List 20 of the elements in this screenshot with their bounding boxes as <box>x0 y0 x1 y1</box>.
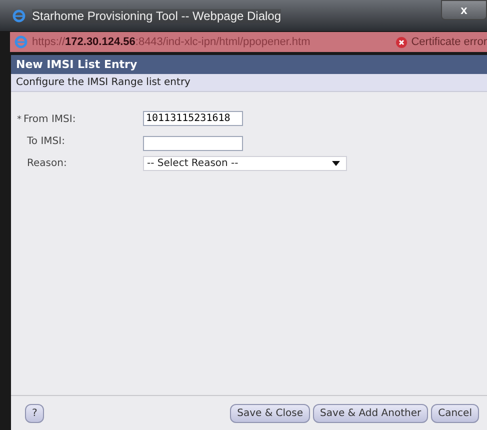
help-button[interactable]: ? <box>25 404 44 422</box>
dialog-subtitle: Configure the IMSI Range list entry <box>11 74 487 92</box>
dialog-button[interactable]: Cancel <box>431 404 479 422</box>
reason-select[interactable]: -- Select Reason -- <box>143 156 347 171</box>
browser-icon <box>14 35 28 49</box>
close-button[interactable]: x <box>441 0 487 20</box>
window-title: Starhome Provisioning Tool -- Webpage Dialog <box>32 8 282 22</box>
field-label: Reason: <box>26 158 68 169</box>
dialog-button[interactable]: Save & Add Another <box>313 404 428 422</box>
dialog-title: New IMSI List Entry <box>11 55 487 74</box>
input-field[interactable] <box>143 136 243 151</box>
dialog-button[interactable]: Save & Close <box>230 404 310 422</box>
url-text: https://172.30.124.56:8443/ind-xlc-ipn/html/ppopener.htm <box>32 36 312 48</box>
field-label: From IMSI: <box>24 114 76 124</box>
input-field[interactable]: 10113115231618 <box>143 111 243 126</box>
dropdown-arrow-icon <box>332 161 340 166</box>
error-icon <box>396 36 408 48</box>
field-label: To IMSI: <box>26 136 66 146</box>
browser-icon <box>12 8 26 22</box>
required-mark: * <box>17 114 22 124</box>
